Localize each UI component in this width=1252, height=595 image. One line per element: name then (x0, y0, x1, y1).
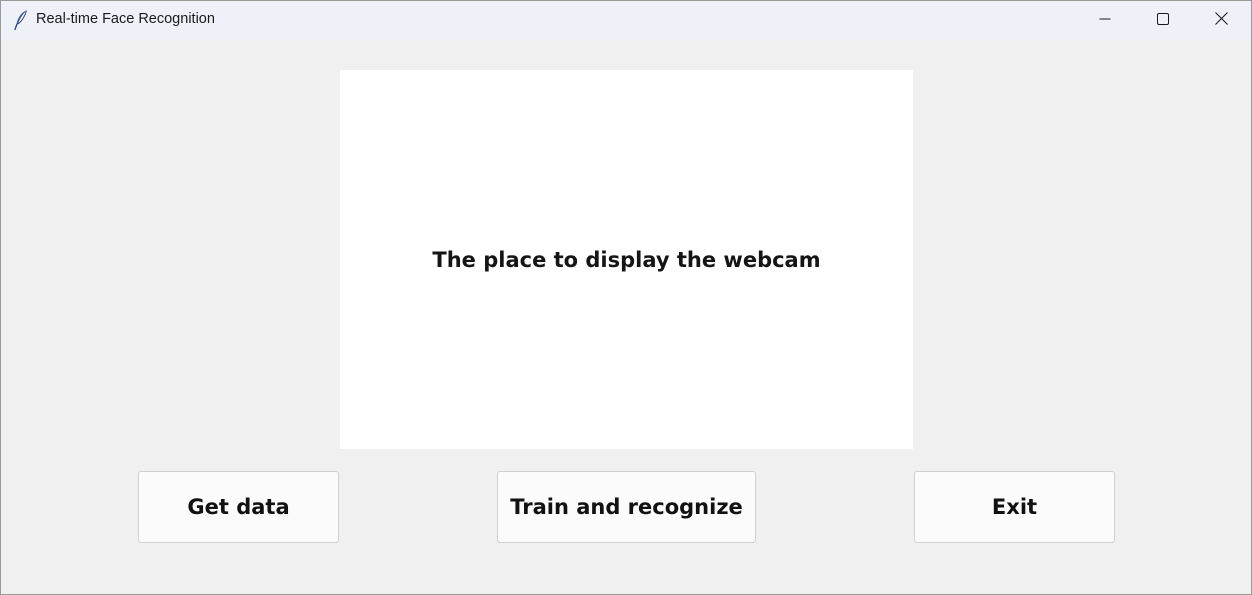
maximize-icon (1157, 12, 1169, 30)
close-button[interactable] (1192, 1, 1250, 40)
window-title: Real-time Face Recognition (36, 11, 215, 27)
exit-button[interactable]: Exit (914, 471, 1115, 543)
webcam-placeholder-label: The place to display the webcam (432, 247, 821, 272)
minimize-button[interactable] (1076, 1, 1134, 40)
maximize-button[interactable] (1134, 1, 1192, 40)
webcam-display-panel: The place to display the webcam (340, 70, 913, 449)
client-area: The place to display the webcam Get data… (1, 40, 1251, 594)
minimize-icon (1099, 12, 1111, 30)
app-window: Real-time Face Recognition The place to … (0, 0, 1252, 595)
close-icon (1214, 11, 1228, 30)
feather-icon (12, 9, 30, 31)
get-data-button[interactable]: Get data (138, 471, 339, 543)
train-and-recognize-button[interactable]: Train and recognize (497, 471, 756, 543)
title-bar[interactable]: Real-time Face Recognition (1, 1, 1251, 40)
